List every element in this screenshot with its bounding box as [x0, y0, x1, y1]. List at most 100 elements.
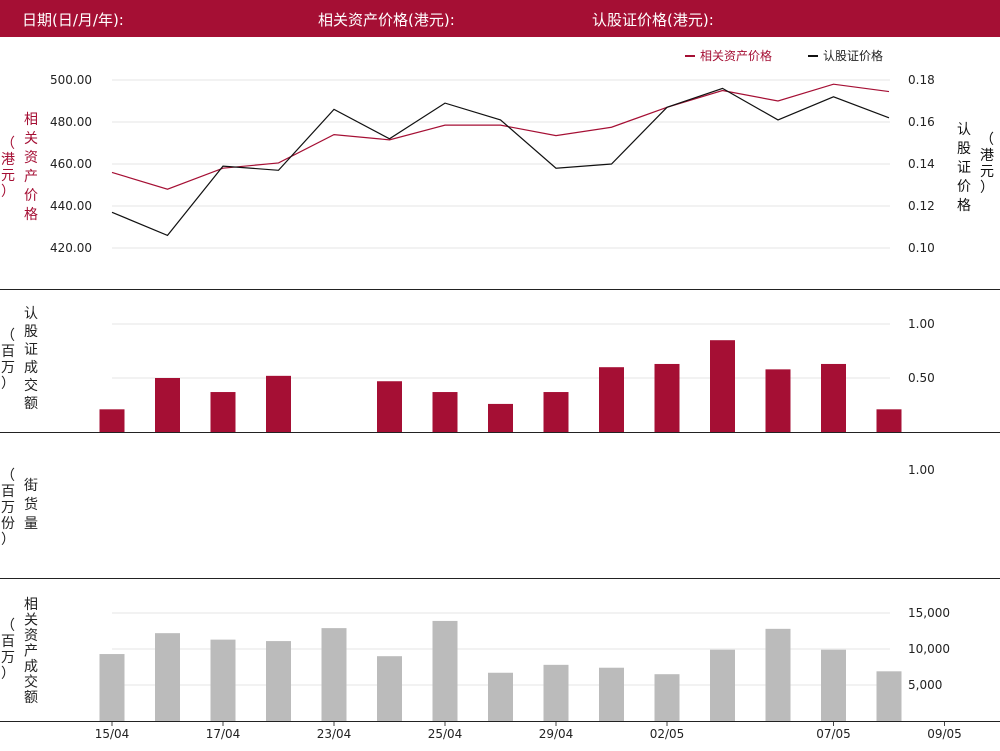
warrant-turnover-unit-char: 万	[1, 360, 15, 376]
warrant-turnover-bar	[488, 403, 513, 432]
warrant-chart: 500.00 480.00 460.00 440.00 420.00 0.18 0.16 0.…	[0, 48, 1000, 741]
outstanding-unit-char: （	[1, 468, 15, 484]
right-axis-unit-char: 港	[980, 148, 994, 164]
left-axis-label-char: 产	[24, 169, 38, 185]
turnover-tick-label: 1.00	[908, 317, 935, 331]
asset-turnover-label-char: 成	[24, 659, 38, 675]
left-axis-unit-char: 港	[1, 152, 15, 168]
right-axis-label-char: 认	[957, 122, 971, 138]
outstanding-unit-char: 份	[1, 516, 15, 532]
asset-turnover-unit-char: 百	[1, 634, 15, 650]
right-axis-label-char: 证	[957, 160, 971, 176]
left-axis-label-char: 格	[24, 207, 38, 223]
warrant-turnover-bar	[765, 369, 791, 432]
warrant-turnover-label-char: 证	[24, 342, 38, 358]
legend-label-underlying: 相关资产价格	[700, 48, 772, 63]
warrant-turnover-bar	[876, 409, 902, 432]
right-tick-label: 0.16	[908, 115, 935, 129]
x-tick-label: 29/04	[539, 727, 574, 741]
asset-turnover-unit-char: （	[1, 618, 15, 634]
asset-turnover-bar	[155, 633, 180, 721]
warrant-price-label: 认股证价格(港元):	[592, 11, 714, 29]
left-axis-label-char: 资	[24, 150, 38, 166]
asset-turnover-label-char: 额	[24, 690, 38, 706]
right-tick-label: 0.12	[908, 199, 935, 213]
right-axis-unit-char: （	[980, 132, 994, 148]
x-tick-label: 15/04	[95, 727, 130, 741]
asset-turnover-label-char: 相	[24, 597, 38, 613]
warrant-turnover-bar	[654, 363, 680, 432]
right-axis-unit-char: ）	[980, 180, 994, 196]
right-axis-label-char: 股	[957, 141, 971, 157]
date-label: 日期(日/月/年):	[22, 11, 124, 29]
asset-turnover-bar	[765, 628, 791, 721]
warrant-turnover-label-char: 交	[24, 377, 38, 394]
warrant-turnover-bar	[543, 392, 569, 432]
asset-turnover-label-char: 交	[24, 674, 38, 691]
asset-turnover-bar	[432, 620, 458, 721]
legend-label-warrant: 认股证价格	[823, 48, 883, 63]
asset-turnover-bar	[99, 654, 125, 721]
right-axis-label-char: 价	[957, 179, 971, 195]
asset-turnover-unit-char: ）	[1, 666, 15, 682]
warrant-turnover-label-char: 额	[24, 396, 38, 412]
asset-tick-label: 5,000	[908, 678, 942, 692]
left-axis-unit-char: ）	[1, 184, 15, 200]
warrant-turnover-bar	[99, 409, 125, 432]
warrant-turnover-bar	[155, 378, 180, 432]
warrant-turnover-bar	[710, 340, 735, 432]
asset-turnover-bar	[876, 671, 902, 721]
warrant-turnover-bar	[821, 363, 846, 432]
warrant-turnover-unit-char: 百	[1, 344, 15, 360]
warrant-turnover-label-char: 认	[24, 306, 38, 322]
asset-turnover-bar	[543, 664, 569, 721]
chart-header: 日期(日/月/年): 相关资产价格(港元): 认股证价格(港元):	[0, 0, 1000, 37]
asset-turnover-label-char: 关	[24, 613, 38, 629]
x-tick-label: 02/05	[650, 727, 685, 741]
warrant-turnover-unit-char: （	[1, 328, 15, 344]
x-tick-label: 23/04	[317, 727, 352, 741]
turnover-tick-label: 0.50	[908, 371, 935, 385]
left-axis-unit-char: 元	[1, 168, 15, 184]
x-tick-label: 07/05	[816, 727, 851, 741]
asset-turnover-unit-char: 万	[1, 650, 15, 666]
left-axis-label-char: 相	[24, 112, 38, 128]
x-tick-label: 17/04	[206, 727, 241, 741]
warrant-turnover-bar	[210, 392, 236, 432]
warrant-turnover-label-char: 股	[24, 324, 38, 340]
outstanding-unit-char: 百	[1, 484, 15, 500]
x-tick-label: 25/04	[428, 727, 463, 741]
left-axis-label-char: 价	[24, 188, 38, 204]
left-tick-label: 500.00	[50, 73, 92, 87]
right-axis-label-char: 格	[957, 198, 971, 214]
warrant-price-line	[111, 87, 890, 237]
right-tick-label: 0.18	[908, 73, 935, 87]
outstanding-unit-char: 万	[1, 500, 15, 516]
right-tick-label: 0.14	[908, 157, 935, 171]
asset-tick-label: 15,000	[908, 606, 950, 620]
asset-turnover-bar	[321, 628, 347, 721]
outstanding-label-char: 货	[24, 496, 38, 513]
right-axis-unit-char: 元	[980, 164, 994, 180]
asset-turnover-bar	[710, 649, 735, 721]
right-tick-label: 0.10	[908, 241, 935, 255]
left-tick-label: 480.00	[50, 115, 92, 129]
warrant-turnover-bar	[377, 381, 402, 432]
asset-turnover-bar	[377, 656, 402, 721]
warrant-turnover-bar	[599, 367, 624, 432]
asset-turnover-bar	[266, 641, 291, 721]
x-tick-label: 09/05	[927, 727, 962, 741]
asset-turnover-bar	[654, 674, 680, 721]
outstanding-unit-char: ）	[1, 532, 15, 548]
asset-turnover-bar	[210, 639, 236, 721]
left-tick-label: 440.00	[50, 199, 92, 213]
asset-turnover-bar	[488, 672, 513, 721]
outstanding-label-char: 街	[24, 478, 38, 494]
asset-turnover-bar	[599, 667, 624, 721]
left-tick-label: 420.00	[50, 241, 92, 255]
warrant-turnover-bar	[432, 392, 458, 432]
warrant-turnover-bar	[266, 375, 291, 432]
underlying-price-label: 相关资产价格(港元):	[318, 11, 455, 29]
asset-turnover-bar	[821, 649, 846, 721]
left-axis-label-char: 关	[24, 131, 38, 147]
